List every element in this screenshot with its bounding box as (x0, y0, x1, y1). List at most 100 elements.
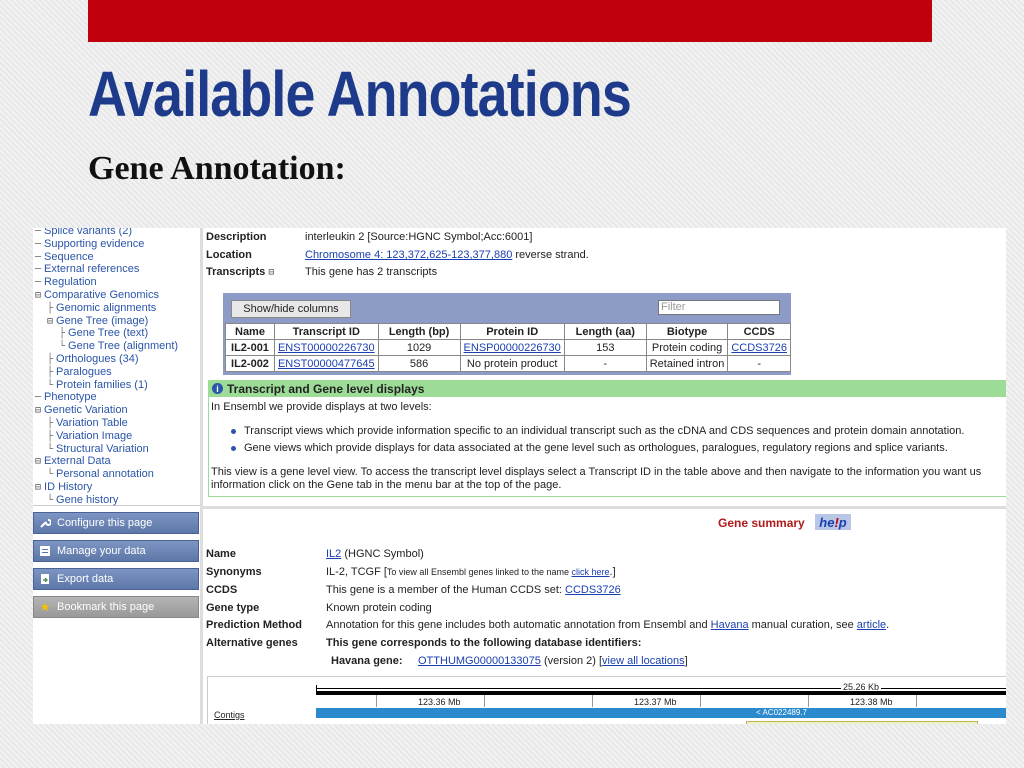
col-transcript-id-header[interactable]: Transcript ID (273, 323, 379, 340)
name-link[interactable]: IL2 (326, 548, 341, 560)
sidebar-tree-item[interactable]: ⊟ Genetic Variation (35, 404, 128, 417)
main-content: Description interleukin 2 [Source:HGNC S… (203, 228, 1006, 724)
col-length-bp-header[interactable]: Length (bp) (377, 323, 461, 340)
sidebar-tree-item[interactable]: └ Personal annotation (47, 468, 154, 481)
name-label: Name (206, 548, 236, 560)
gene-summary-title: Gene summary (718, 516, 805, 530)
export-data-button[interactable]: Export data (33, 568, 199, 590)
view-all-locations-link[interactable]: view all locations (602, 655, 685, 667)
tree-connector-icon: ─ (35, 264, 42, 276)
location-label: Location (206, 249, 252, 261)
sidebar-tree-item-label: Variation Table (56, 417, 128, 429)
article-link[interactable]: article (857, 619, 886, 631)
location-suffix: reverse strand. (512, 249, 589, 261)
sidebar-tree-item[interactable]: ├ Genomic alignments (47, 302, 156, 315)
location-link[interactable]: Chromosome 4: 123,372,625-123,377,880 (305, 249, 512, 261)
contig-bar[interactable]: < AC022489.7 (316, 708, 1006, 718)
sidebar-tree-item[interactable]: ─ Supporting evidence (35, 238, 144, 251)
sidebar-tree-item[interactable]: ├ Gene Tree (text) (59, 327, 148, 340)
sidebar-tree-item[interactable]: └ Gene Tree (alignment) (59, 340, 178, 353)
sidebar-tree-item-label: Structural Variation (56, 442, 149, 455)
ruler-label-mb: 123.37 Mb (634, 697, 677, 707)
filter-input[interactable]: Filter (658, 300, 780, 315)
export-document-icon (39, 573, 51, 585)
sidebar-tree-item[interactable]: ⊟ Gene Tree (image) (47, 315, 148, 328)
sidebar-tree-item-label: External references (44, 263, 140, 276)
prediction-method-value: Annotation for this gene includes both a… (326, 619, 889, 631)
sidebar-tree-item[interactable]: └ Gene history (47, 494, 118, 507)
cell-protein-id-link[interactable]: ENSP00000226730 (459, 339, 565, 356)
ccds-link[interactable]: CCDS3726 (565, 584, 621, 596)
synonyms-click-here-link[interactable]: click here (572, 567, 610, 577)
tree-toggle-icon[interactable]: ⊟ (47, 316, 53, 327)
transcripts-value: This gene has 2 transcripts (305, 266, 438, 278)
help-text-b: p (838, 514, 847, 530)
col-ccds-header[interactable]: CCDS (727, 323, 791, 340)
sidebar-tree-item-label: ID History (44, 481, 93, 493)
sidebar-tree-item[interactable]: ⊟ Comparative Genomics (35, 289, 159, 302)
sidebar-tree-item[interactable]: ─ Sequence (35, 251, 94, 264)
sidebar-tree-item[interactable]: ─ External references (35, 263, 139, 276)
sidebar-tree-item-label: Variation Image (56, 429, 133, 442)
tree-toggle-icon[interactable]: ⊟ (35, 290, 41, 301)
tree-connector-icon: ├ (47, 354, 54, 365)
ruler-label-mb: 123.36 Mb (418, 697, 461, 707)
col-length-aa-header[interactable]: Length (aa) (563, 323, 647, 340)
contig-name: < AC022489.7 (756, 708, 807, 717)
cell-ccds-link[interactable]: CCDS3726 (727, 339, 791, 356)
configure-page-button[interactable]: Configure this page (33, 512, 199, 534)
transcript-table-panel: Show/hide columns Filter Name Transcript… (223, 293, 791, 375)
show-hide-columns-button[interactable]: Show/hide columns (231, 300, 351, 318)
bookmark-page-button[interactable]: ★ Bookmark this page (33, 596, 199, 618)
sidebar-tree-item-label: Personal annotation (56, 468, 154, 481)
tree-connector-icon: ─ (35, 251, 42, 263)
ruler-bar (316, 691, 1006, 695)
gene-type-value: Known protein coding (326, 602, 432, 614)
tree-connector-icon: ├ (47, 302, 54, 314)
cell-length-bp: 1029 (377, 339, 461, 356)
sidebar-tree-item-label: Gene Tree (alignment) (68, 340, 179, 353)
ruler-tick (376, 695, 377, 707)
cell-length-bp: 586 (377, 355, 461, 372)
cell-protein-id: No protein product (459, 355, 565, 372)
sidebar-tree-item[interactable]: ⊟ External Data (35, 455, 111, 468)
genome-browser-strip[interactable]: Contigs 25.26 Kb 123.36 Mb 123.37 Mb 123… (207, 676, 1006, 724)
col-name-header[interactable]: Name (225, 323, 275, 340)
havana-gene-link[interactable]: OTTHUMG00000133075 (418, 655, 541, 667)
slide-top-bar (88, 0, 932, 42)
gene-track-strip[interactable] (746, 721, 978, 724)
table-header-row: Name Transcript ID Length (bp) Protein I… (225, 323, 791, 340)
sidebar-tree-item[interactable]: ─ Splice variants (2) (35, 228, 132, 238)
manage-data-button[interactable]: Manage your data (33, 540, 199, 562)
tree-connector-icon: ├ (47, 430, 54, 442)
havana-link[interactable]: Havana (711, 619, 749, 631)
sidebar-tree-item[interactable]: ├ Paralogues (47, 366, 112, 379)
cell-transcript-id-link[interactable]: ENST00000477645 (273, 355, 379, 372)
collapse-toggle-icon[interactable]: ⊟ (268, 267, 274, 278)
sidebar-tree-item[interactable]: └ Structural Variation (47, 443, 149, 456)
col-biotype-header[interactable]: Biotype (645, 323, 729, 340)
help-button[interactable]: he! p (815, 514, 851, 530)
sidebar-tree-item[interactable]: ├ Variation Image (47, 430, 132, 443)
synonyms-label: Synonyms (206, 566, 262, 578)
sidebar-tree-item[interactable]: ├ Variation Table (47, 417, 128, 430)
ccds-value: This gene is a member of the Human CCDS … (326, 584, 621, 596)
tree-connector-icon: ─ (35, 392, 42, 404)
cell-transcript-id-link[interactable]: ENST00000226730 (273, 339, 379, 356)
tree-toggle-icon[interactable]: ⊟ (35, 482, 41, 493)
sidebar-tree-item[interactable]: ├ Orthologues (34) (47, 353, 139, 366)
sidebar-tree-item[interactable]: ⊟ ID History (35, 481, 92, 494)
sidebar-tree-item[interactable]: └ Protein families (1) (47, 379, 148, 392)
info-icon: i (212, 383, 223, 394)
contigs-track-label[interactable]: Contigs (214, 710, 245, 720)
export-data-label: Export data (57, 573, 114, 585)
ruler-tick (592, 695, 593, 707)
havana-gene-value: OTTHUMG00000133075 (version 2) [view all… (418, 655, 688, 667)
tree-toggle-icon[interactable]: ⊟ (35, 456, 41, 467)
prediction-end: . (886, 619, 890, 631)
col-protein-id-header[interactable]: Protein ID (459, 323, 565, 340)
sidebar-tree-item[interactable]: ─ Regulation (35, 276, 97, 289)
tree-toggle-icon[interactable]: ⊟ (35, 405, 41, 416)
sidebar-tree-item[interactable]: ─ Phenotype (35, 391, 97, 404)
sidebar-tree-item-label: Genetic Variation (44, 404, 128, 417)
